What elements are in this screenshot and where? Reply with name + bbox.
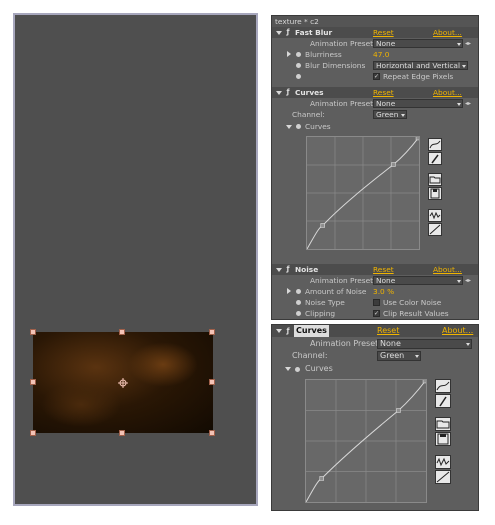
clipping-label: Clipping: [305, 309, 336, 318]
collapse-triangle-icon[interactable]: [286, 125, 292, 129]
repeat-edge-pixels-label: Repeat Edge Pixels: [383, 72, 454, 81]
pencil-tool-icon[interactable]: [428, 152, 442, 165]
animation-presets-dropdown[interactable]: None: [377, 339, 472, 349]
reset-link[interactable]: Reset: [373, 264, 394, 275]
about-link[interactable]: About...: [442, 325, 473, 337]
fx-icon[interactable]: ƒ: [284, 28, 292, 36]
animation-presets-dropdown[interactable]: None: [373, 39, 463, 48]
effect-header-curves[interactable]: ƒ Curves Reset About...: [272, 325, 478, 337]
expand-triangle-icon[interactable]: [287, 288, 291, 294]
open-folder-icon[interactable]: [428, 173, 442, 186]
curves-label: Curves: [305, 364, 333, 373]
stopwatch-icon[interactable]: [296, 74, 301, 79]
animation-presets-label: Animation Presets:: [310, 276, 380, 285]
fx-icon[interactable]: ƒ: [284, 265, 292, 273]
effect-name: Curves: [294, 325, 329, 337]
about-link[interactable]: About...: [433, 264, 462, 275]
transform-handle[interactable]: [30, 430, 36, 436]
stopwatch-icon[interactable]: [296, 300, 301, 305]
collapse-triangle-icon[interactable]: [276, 268, 282, 272]
noise-type-label: Noise Type: [305, 298, 345, 307]
smooth-icon[interactable]: [435, 455, 451, 469]
smooth-icon[interactable]: [428, 209, 442, 222]
channel-label: Channel:: [292, 110, 325, 119]
panel-title: texture * c2: [272, 16, 478, 27]
use-color-noise-label: Use Color Noise: [383, 298, 442, 307]
stopwatch-icon[interactable]: [296, 311, 301, 316]
stopwatch-icon[interactable]: [296, 289, 301, 294]
effect-controls-panel: texture * c2 ƒ Fast Blur Reset About... …: [271, 15, 479, 320]
effect-name: Noise: [295, 265, 319, 274]
animation-presets-label: Animation Presets:: [310, 99, 380, 108]
animation-presets-label: Animation Presets:: [310, 39, 380, 48]
blurriness-value[interactable]: 47.0: [373, 49, 389, 60]
channel-dropdown[interactable]: Green: [377, 351, 421, 361]
reset-link[interactable]: Reset: [377, 325, 399, 337]
blurriness-label: Blurriness: [305, 50, 342, 59]
collapse-triangle-icon[interactable]: [276, 31, 282, 35]
save-disk-icon[interactable]: [435, 432, 451, 446]
preset-stepper[interactable]: ◂▸: [465, 276, 475, 285]
expand-triangle-icon[interactable]: [287, 51, 291, 57]
curves-effect-panel: ƒ Curves Reset About... Animation Preset…: [271, 324, 479, 511]
transform-handle[interactable]: [209, 379, 215, 385]
fx-icon[interactable]: ƒ: [284, 88, 292, 96]
effect-name: Fast Blur: [295, 28, 333, 37]
reset-link[interactable]: Reset: [373, 27, 394, 38]
effect-header-noise[interactable]: ƒ Noise Reset About...: [272, 264, 478, 275]
clip-result-values-label: Clip Result Values: [383, 309, 449, 318]
texture-layer[interactable]: [33, 332, 213, 433]
use-color-noise-checkbox[interactable]: [373, 299, 380, 306]
about-link[interactable]: About...: [433, 27, 462, 38]
texture-highlight: [128, 342, 198, 387]
stopwatch-icon[interactable]: [296, 52, 301, 57]
composition-viewer[interactable]: [13, 13, 258, 506]
stopwatch-icon[interactable]: [296, 63, 301, 68]
transform-handle[interactable]: [119, 430, 125, 436]
clip-result-values-checkbox[interactable]: ✓: [373, 310, 380, 317]
curves-graph[interactable]: [305, 379, 427, 503]
save-disk-icon[interactable]: [428, 187, 442, 200]
open-folder-icon[interactable]: [435, 417, 451, 431]
animation-presets-dropdown[interactable]: None: [373, 99, 463, 108]
curve-tool-icon[interactable]: [435, 379, 451, 393]
collapse-triangle-icon[interactable]: [276, 329, 282, 333]
stopwatch-icon[interactable]: [295, 367, 300, 372]
effect-name: Curves: [295, 88, 324, 97]
repeat-edge-pixels-checkbox[interactable]: ✓: [373, 73, 380, 80]
blur-dimensions-dropdown[interactable]: Horizontal and Vertical: [373, 61, 468, 70]
stopwatch-icon[interactable]: [296, 124, 301, 129]
channel-label: Channel:: [292, 351, 328, 360]
effect-header-fast-blur[interactable]: ƒ Fast Blur Reset About...: [272, 27, 478, 38]
curves-graph[interactable]: [306, 136, 420, 250]
transform-handle[interactable]: [209, 430, 215, 436]
channel-dropdown[interactable]: Green: [373, 110, 407, 119]
fx-icon[interactable]: ƒ: [284, 327, 292, 335]
animation-presets-label: Animation Presets:: [310, 339, 386, 348]
anchor-point-icon[interactable]: [118, 378, 128, 388]
transform-handle[interactable]: [30, 379, 36, 385]
preset-stepper[interactable]: ◂▸: [465, 99, 475, 108]
effect-header-curves[interactable]: ƒ Curves Reset About...: [272, 87, 478, 98]
animation-presets-dropdown[interactable]: None: [373, 276, 463, 285]
amount-of-noise-label: Amount of Noise: [305, 287, 367, 296]
transform-handle[interactable]: [30, 329, 36, 335]
pencil-tool-icon[interactable]: [435, 394, 451, 408]
about-link[interactable]: About...: [433, 87, 462, 98]
collapse-triangle-icon[interactable]: [285, 367, 291, 371]
reset-line-icon[interactable]: [428, 223, 442, 236]
curves-label: Curves: [305, 122, 331, 131]
collapse-triangle-icon[interactable]: [276, 91, 282, 95]
curve-tool-icon[interactable]: [428, 138, 442, 151]
blur-dimensions-label: Blur Dimensions: [305, 61, 366, 70]
preset-stepper[interactable]: ◂▸: [465, 39, 475, 48]
texture-highlight: [41, 382, 121, 427]
amount-of-noise-value[interactable]: 3.0 %: [373, 286, 394, 297]
transform-handle[interactable]: [119, 329, 125, 335]
reset-line-icon[interactable]: [435, 470, 451, 484]
reset-link[interactable]: Reset: [373, 87, 394, 98]
transform-handle[interactable]: [209, 329, 215, 335]
